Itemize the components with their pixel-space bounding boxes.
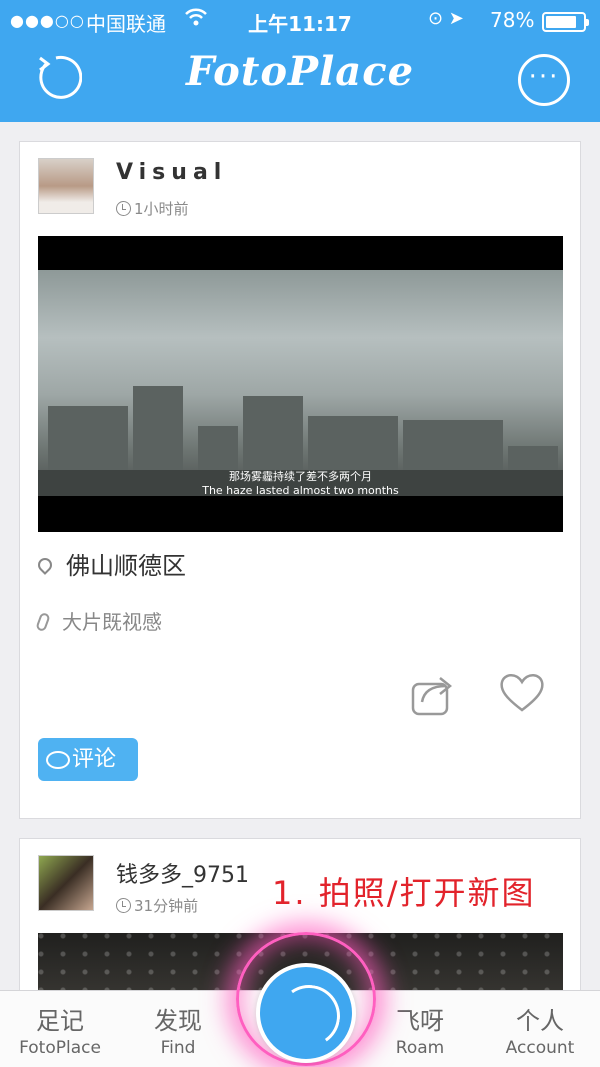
tab-label-cn: 飞呀 — [396, 1007, 444, 1035]
photo-subtitle-en: The haze lasted almost two months — [202, 484, 399, 496]
post-tag-text: 大片既视感 — [62, 610, 162, 634]
photo-subtitle-cn: 那场雾霾持续了差不多两个月 — [229, 470, 372, 483]
post-photo[interactable]: 那场雾霾持续了差不多两个月 The haze lasted almost two… — [38, 236, 563, 532]
tab-find[interactable]: 发现 Find — [118, 991, 238, 1058]
tab-fotoplace[interactable]: 足记 FotoPlace — [0, 991, 120, 1058]
post-location-text: 佛山顺德区 — [66, 552, 186, 580]
camera-button[interactable] — [256, 963, 356, 1063]
tab-label-cn: 发现 — [154, 1007, 202, 1035]
tab-label-en: Roam — [395, 1038, 445, 1058]
post-time: 1小时前 — [116, 198, 189, 219]
tab-label-cn: 个人 — [516, 1007, 564, 1035]
post-author[interactable]: 钱多多_9751 — [116, 857, 249, 889]
comment-bubble-icon — [46, 751, 70, 769]
top-bar: ●●●○○ 中国联通 上午11:17 ⊙ ➤ 78% FotoPlace ··· — [0, 0, 600, 122]
post-location[interactable]: 佛山顺德区 — [35, 546, 186, 581]
avatar[interactable] — [38, 855, 94, 911]
post-card: Visual 1小时前 那场雾霾持续了差不多两个月 The haze laste… — [19, 141, 581, 819]
status-bar: ●●●○○ 中国联通 上午11:17 ⊙ ➤ 78% — [0, 0, 600, 42]
clock-icon — [116, 898, 131, 913]
tab-label-en: Account — [505, 1038, 575, 1058]
post-author[interactable]: Visual — [116, 160, 227, 185]
tutorial-annotation: 1. 拍照/打开新图 — [272, 874, 536, 912]
post-time-text: 31分钟前 — [134, 897, 199, 915]
photo-scene: 那场雾霾持续了差不多两个月 The haze lasted almost two… — [38, 270, 563, 496]
share-icon[interactable] — [410, 672, 458, 716]
comment-button-label: 评论 — [72, 747, 117, 772]
post-tag: 大片既视感 — [35, 606, 162, 635]
tab-label-cn: 足记 — [36, 1007, 84, 1035]
comment-button[interactable]: 评论 — [38, 738, 138, 781]
clock-icon — [116, 201, 131, 216]
more-button[interactable]: ··· — [518, 54, 570, 106]
avatar[interactable] — [38, 158, 94, 214]
tab-label-en: Find — [160, 1038, 196, 1058]
post-time: 31分钟前 — [116, 895, 198, 916]
post-time-text: 1小时前 — [134, 200, 189, 218]
tab-roam[interactable]: 飞呀 Roam — [360, 991, 480, 1058]
battery-percent: 78% — [490, 8, 535, 32]
app-logo: FotoPlace — [185, 48, 415, 95]
battery-icon — [542, 12, 589, 32]
location-pin-icon — [35, 555, 55, 575]
tab-label-en: FotoPlace — [19, 1038, 101, 1058]
paperclip-icon — [35, 611, 51, 633]
tab-account[interactable]: 个人 Account — [480, 991, 600, 1058]
orientation-location-icons: ⊙ ➤ — [428, 8, 464, 29]
heart-icon[interactable] — [498, 668, 546, 716]
